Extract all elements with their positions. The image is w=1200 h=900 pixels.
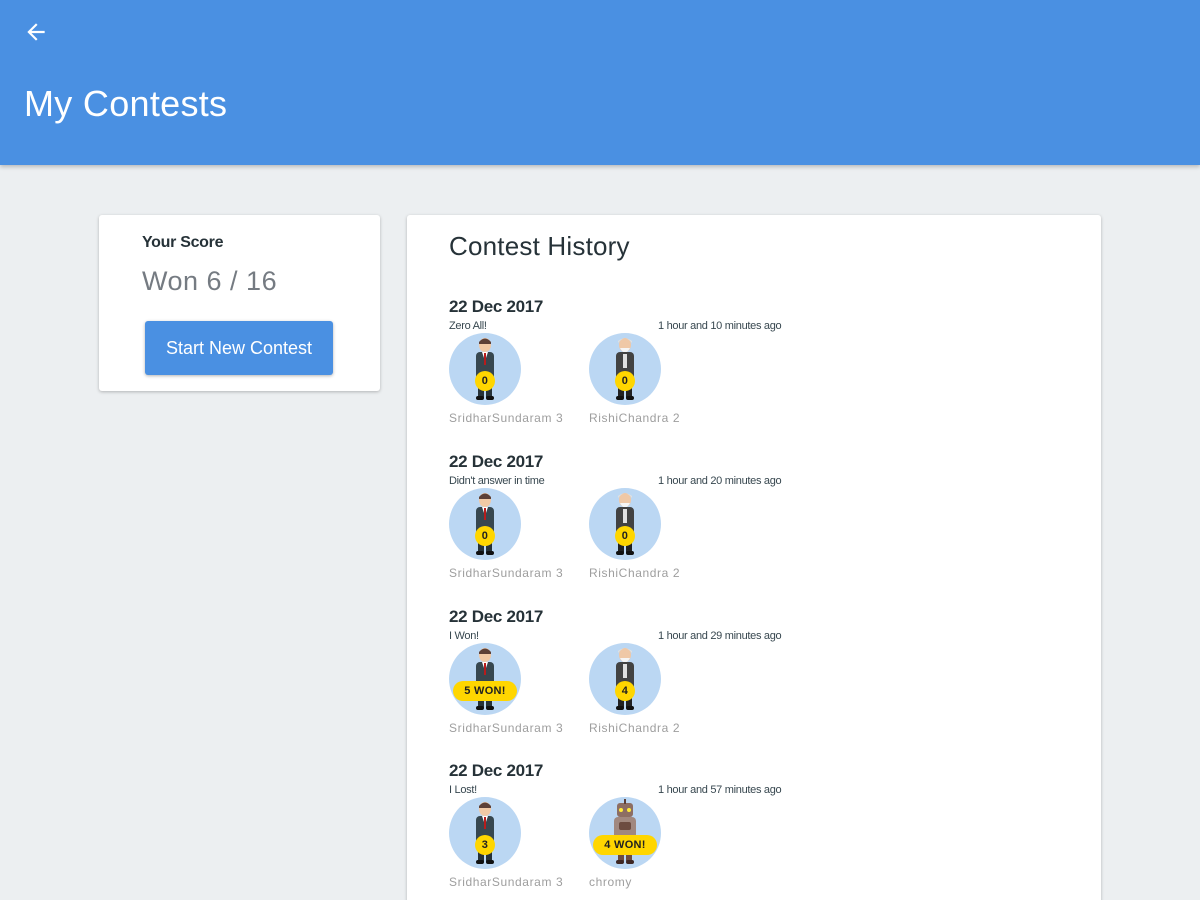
businessman-avatar[interactable]: 0 (449, 488, 521, 560)
player-name: SridharSundaram 3 (449, 411, 564, 425)
contest-result-note: I Won! (449, 630, 479, 642)
score-heading: Your Score (142, 234, 224, 251)
player-name: SridharSundaram 3 (449, 875, 564, 889)
businessman-avatar[interactable]: 0 (449, 333, 521, 405)
contest-date: 22 Dec 2017 (449, 452, 544, 471)
score-badge: 3 (475, 835, 495, 855)
avatar-illustration (614, 799, 636, 864)
score-badge: 4 WON! (593, 835, 657, 855)
back-button[interactable] (18, 14, 54, 50)
avatar-illustration (476, 648, 494, 710)
score-value: Won 6 / 16 (142, 266, 278, 296)
player-card: 4 RishiChandra 2 (589, 643, 729, 737)
app-bar: My Contests (0, 0, 1200, 165)
contest-timestamp: 1 hour and 57 minutes ago (658, 784, 782, 796)
player-card: 3 SridharSundaram 3 (449, 797, 589, 891)
player-name: SridharSundaram 3 (449, 721, 564, 735)
avatar-illustration (616, 493, 634, 555)
contest-date: 22 Dec 2017 (449, 607, 544, 626)
page-title: My Contests (24, 83, 228, 124)
elder-avatar[interactable]: 0 (589, 488, 661, 560)
contest-result-note: Didn't answer in time (449, 475, 545, 487)
avatar-illustration (616, 338, 634, 400)
contest-result-note: Zero All! (449, 320, 487, 332)
businessman-avatar[interactable]: 3 (449, 797, 521, 869)
player-card: 5 WON! SridharSundaram 3 (449, 643, 589, 737)
contest-date: 22 Dec 2017 (449, 761, 544, 780)
avatar-illustration (476, 493, 494, 555)
elder-avatar[interactable]: 4 (589, 643, 661, 715)
contest-result-note: I Lost! (449, 784, 477, 796)
score-card: Your Score Won 6 / 16 Start New Contest (99, 215, 380, 391)
player-name: RishiChandra 2 (589, 566, 681, 580)
player-card: 0 SridharSundaram 3 (449, 333, 589, 427)
player-name: SridharSundaram 3 (449, 566, 564, 580)
player-name: RishiChandra 2 (589, 721, 681, 735)
contest-timestamp: 1 hour and 20 minutes ago (658, 475, 782, 487)
score-badge: 0 (615, 371, 635, 391)
player-card: 0 RishiChandra 2 (589, 488, 729, 582)
contest-history-card: Contest History 22 Dec 2017 Zero All! 1 ho… (407, 215, 1101, 900)
elder-avatar[interactable]: 0 (589, 333, 661, 405)
contest-date: 22 Dec 2017 (449, 297, 544, 316)
score-badge: 5 WON! (453, 681, 517, 701)
player-name: chromy (589, 875, 632, 889)
robot-avatar[interactable]: 4 WON! (589, 797, 661, 869)
start-new-contest-button[interactable]: Start New Contest (145, 321, 333, 375)
businessman-avatar[interactable]: 5 WON! (449, 643, 521, 715)
player-card: 0 SridharSundaram 3 (449, 488, 589, 582)
avatar-illustration (476, 802, 494, 864)
score-badge: 0 (615, 526, 635, 546)
contest-entry: 22 Dec 2017 I Lost! 1 hour and 57 minutes … (449, 761, 809, 900)
player-card: 4 WON! chromy (589, 797, 729, 891)
contest-timestamp: 1 hour and 10 minutes ago (658, 320, 782, 332)
app: My Contests Your Score Won 6 / 16 Start … (0, 0, 1200, 900)
contest-entry: 22 Dec 2017 I Won! 1 hour and 29 minutes a… (449, 607, 809, 747)
avatar-illustration (476, 338, 494, 400)
score-badge: 0 (475, 371, 495, 391)
player-name: RishiChandra 2 (589, 411, 681, 425)
contest-history-title: Contest History (449, 231, 630, 261)
contest-entry: 22 Dec 2017 Zero All! 1 hour and 10 minute… (449, 297, 809, 437)
arrow-left-icon (27, 23, 45, 41)
contest-timestamp: 1 hour and 29 minutes ago (658, 630, 782, 642)
contest-entry: 22 Dec 2017 Didn't answer in time 1 hour a… (449, 452, 809, 592)
avatar-illustration (616, 648, 634, 710)
score-badge: 0 (475, 526, 495, 546)
player-card: 0 RishiChandra 2 (589, 333, 729, 427)
score-badge: 4 (615, 681, 635, 701)
